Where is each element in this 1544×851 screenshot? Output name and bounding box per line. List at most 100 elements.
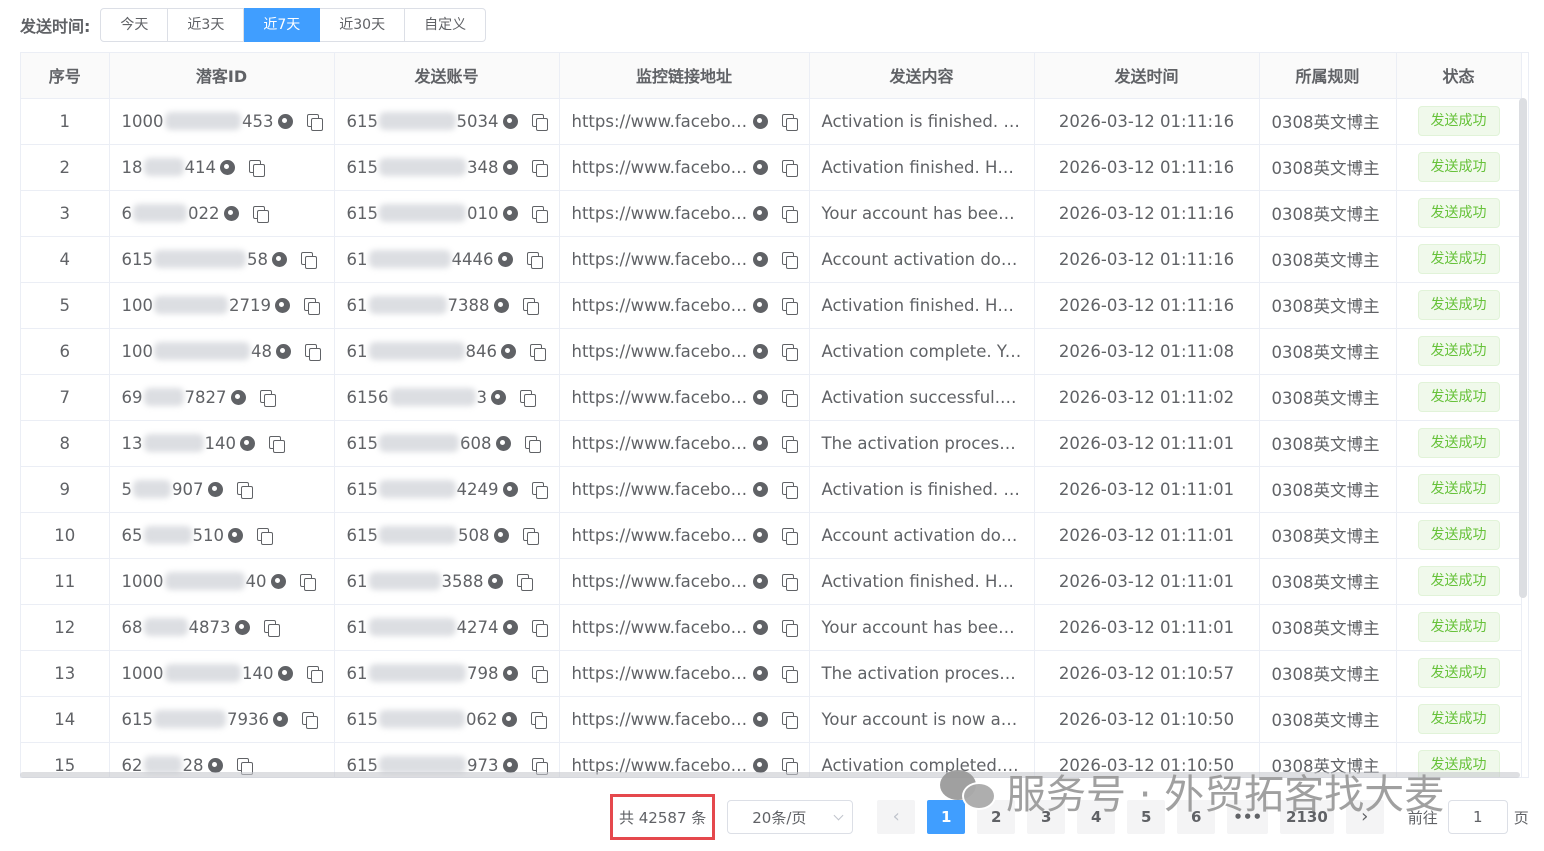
browser-icon[interactable] — [270, 573, 286, 589]
browser-icon[interactable] — [752, 527, 768, 543]
copy-icon[interactable] — [522, 527, 539, 545]
page-button-4[interactable]: 5 — [1127, 800, 1166, 834]
copy-icon[interactable] — [781, 757, 798, 775]
copy-icon[interactable] — [781, 481, 798, 499]
copy-icon[interactable] — [526, 251, 543, 269]
browser-icon[interactable] — [207, 757, 223, 773]
next-page-button[interactable]: › — [1345, 800, 1384, 834]
copy-icon[interactable] — [531, 665, 548, 683]
copy-icon[interactable] — [520, 389, 536, 407]
browser-icon[interactable] — [493, 527, 509, 543]
page-button-1[interactable]: 2 — [977, 800, 1016, 834]
copy-icon[interactable] — [781, 619, 798, 637]
goto-page-input[interactable] — [1447, 800, 1508, 834]
copy-icon[interactable] — [781, 711, 798, 729]
browser-icon[interactable] — [752, 665, 768, 681]
copy-icon[interactable] — [781, 113, 798, 131]
browser-icon[interactable] — [752, 435, 768, 451]
copy-icon[interactable] — [306, 665, 323, 683]
copy-icon[interactable] — [781, 343, 798, 361]
copy-icon[interactable] — [236, 757, 253, 775]
copy-icon[interactable] — [531, 159, 548, 177]
browser-icon[interactable] — [752, 619, 768, 635]
browser-icon[interactable] — [502, 481, 518, 497]
copy-icon[interactable] — [306, 113, 323, 131]
copy-icon[interactable] — [781, 159, 798, 177]
monitor-url-link[interactable]: https://www.faceboo… — [572, 342, 749, 361]
copy-icon[interactable] — [781, 665, 798, 683]
browser-icon[interactable] — [220, 159, 235, 175]
browser-icon[interactable] — [493, 297, 509, 313]
browser-icon[interactable] — [223, 205, 239, 221]
browser-icon[interactable] — [752, 389, 768, 405]
browser-icon[interactable] — [495, 435, 511, 451]
copy-icon[interactable] — [516, 573, 533, 591]
copy-icon[interactable] — [781, 297, 798, 315]
prev-page-button[interactable]: ‹ — [877, 800, 916, 834]
browser-icon[interactable] — [207, 481, 223, 497]
monitor-url-link[interactable]: https://www.faceboo… — [572, 434, 749, 453]
copy-icon[interactable] — [781, 435, 798, 453]
browser-icon[interactable] — [502, 619, 518, 635]
copy-icon[interactable] — [249, 159, 265, 177]
copy-icon[interactable] — [781, 389, 798, 407]
copy-icon[interactable] — [531, 481, 548, 499]
browser-icon[interactable] — [273, 711, 288, 727]
browser-icon[interactable] — [502, 205, 518, 221]
browser-icon[interactable] — [276, 343, 291, 359]
page-button-3[interactable]: 4 — [1077, 800, 1116, 834]
copy-icon[interactable] — [236, 481, 253, 499]
monitor-url-link[interactable]: https://www.faceboo… — [572, 250, 749, 269]
browser-icon[interactable] — [752, 297, 768, 313]
browser-icon[interactable] — [752, 711, 768, 727]
filter-option-4[interactable]: 自定义 — [405, 8, 487, 42]
horizontal-scrollbar[interactable] — [20, 772, 1520, 778]
copy-icon[interactable] — [781, 205, 798, 223]
copy-icon[interactable] — [781, 573, 798, 591]
filter-option-2[interactable]: 近7天 — [244, 8, 321, 42]
browser-icon[interactable] — [277, 113, 293, 129]
copy-icon[interactable] — [301, 251, 317, 269]
monitor-url-link[interactable]: https://www.faceboo… — [572, 388, 749, 407]
copy-icon[interactable] — [531, 757, 548, 775]
browser-icon[interactable] — [228, 527, 243, 543]
copy-icon[interactable] — [530, 711, 547, 729]
copy-icon[interactable] — [305, 343, 321, 361]
copy-icon[interactable] — [257, 527, 273, 545]
page-button-5[interactable]: 6 — [1177, 800, 1216, 834]
copy-icon[interactable] — [531, 113, 548, 131]
browser-icon[interactable] — [752, 757, 768, 773]
browser-icon[interactable] — [752, 481, 768, 497]
browser-icon[interactable] — [491, 389, 506, 405]
copy-icon[interactable] — [252, 205, 269, 223]
vertical-scrollbar[interactable] — [1519, 98, 1527, 598]
copy-icon[interactable] — [263, 619, 280, 637]
copy-icon[interactable] — [781, 527, 798, 545]
copy-icon[interactable] — [269, 435, 285, 453]
browser-icon[interactable] — [502, 757, 518, 773]
browser-icon[interactable] — [277, 665, 293, 681]
page-size-select[interactable]: 20条/页 — [727, 800, 854, 834]
monitor-url-link[interactable]: https://www.faceboo… — [572, 618, 749, 637]
browser-icon[interactable] — [502, 665, 518, 681]
monitor-url-link[interactable]: https://www.faceboo… — [572, 204, 749, 223]
browser-icon[interactable] — [752, 573, 768, 589]
browser-icon[interactable] — [502, 159, 518, 175]
browser-icon[interactable] — [230, 389, 246, 405]
copy-icon[interactable] — [531, 205, 548, 223]
browser-icon[interactable] — [272, 251, 287, 267]
browser-icon[interactable] — [497, 251, 513, 267]
filter-option-1[interactable]: 近3天 — [168, 8, 245, 42]
monitor-url-link[interactable]: https://www.faceboo… — [572, 526, 749, 545]
monitor-url-link[interactable]: https://www.faceboo… — [572, 664, 749, 683]
copy-icon[interactable] — [299, 573, 316, 591]
copy-icon[interactable] — [259, 389, 276, 407]
browser-icon[interactable] — [487, 573, 503, 589]
copy-icon[interactable] — [304, 297, 320, 315]
filter-option-3[interactable]: 近30天 — [320, 8, 406, 42]
monitor-url-link[interactable]: https://www.faceboo… — [572, 480, 749, 499]
browser-icon[interactable] — [752, 113, 768, 129]
copy-icon[interactable] — [524, 435, 541, 453]
copy-icon[interactable] — [302, 711, 318, 729]
copy-icon[interactable] — [781, 251, 798, 269]
